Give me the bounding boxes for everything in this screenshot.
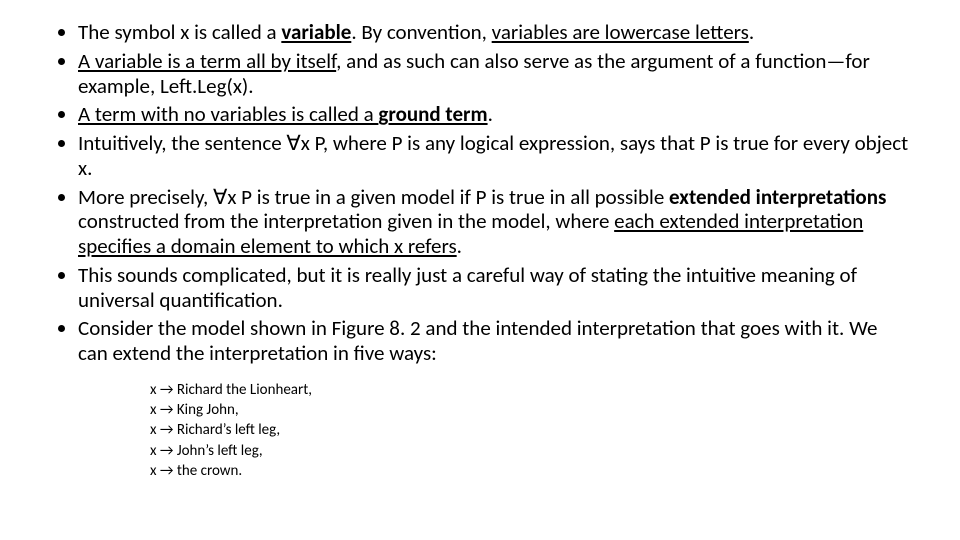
mapping-item: x → Richard the Lionheart, <box>150 380 910 400</box>
bullet-item: The symbol x is called a variable. By co… <box>78 20 910 45</box>
text-underline: A variable is a term all by itself <box>78 48 336 74</box>
text: constructed from the interpretation give… <box>78 208 614 234</box>
bullet-item: Intuitively, the sentence ∀x P, where P … <box>78 131 910 181</box>
mapping-item: x → John’s left leg, <box>150 441 910 461</box>
text-bold: extended interpretations <box>669 184 886 210</box>
text: Intuitively, the sentence ∀x P, where P … <box>78 130 908 181</box>
slide-content: The symbol x is called a variable. By co… <box>0 0 960 540</box>
bullet-item: Consider the model shown in Figure 8. 2 … <box>78 316 910 366</box>
text: This sounds complicated, but it is reall… <box>78 262 857 313</box>
bullet-list: The symbol x is called a variable. By co… <box>50 20 910 366</box>
mapping-item: x → King John, <box>150 400 910 420</box>
text: . <box>457 233 462 259</box>
text-underline: A term with no variables is called a <box>78 101 378 127</box>
text-underline-bold: ground term <box>378 101 487 127</box>
mapping-item: x → the crown. <box>150 461 910 481</box>
bullet-item: A variable is a term all by itself, and … <box>78 49 910 99</box>
bullet-item: A term with no variables is called a gro… <box>78 102 910 127</box>
text: . <box>488 101 493 127</box>
text: . <box>749 19 754 45</box>
bullet-item: More precisely, ∀x P is true in a given … <box>78 185 910 259</box>
text-underline: variables are lowercase letters <box>492 19 749 45</box>
text: . By convention, <box>351 19 491 45</box>
text: More precisely, ∀x P is true in a given … <box>78 184 669 210</box>
mapping-item: x → Richard’s left leg, <box>150 420 910 440</box>
text: Consider the model shown in Figure 8. 2 … <box>78 315 877 366</box>
text: The symbol x is called a <box>78 19 281 45</box>
mapping-list: x → Richard the Lionheart, x → King John… <box>150 380 910 481</box>
text-underline-bold: variable <box>281 19 351 45</box>
bullet-item: This sounds complicated, but it is reall… <box>78 263 910 313</box>
